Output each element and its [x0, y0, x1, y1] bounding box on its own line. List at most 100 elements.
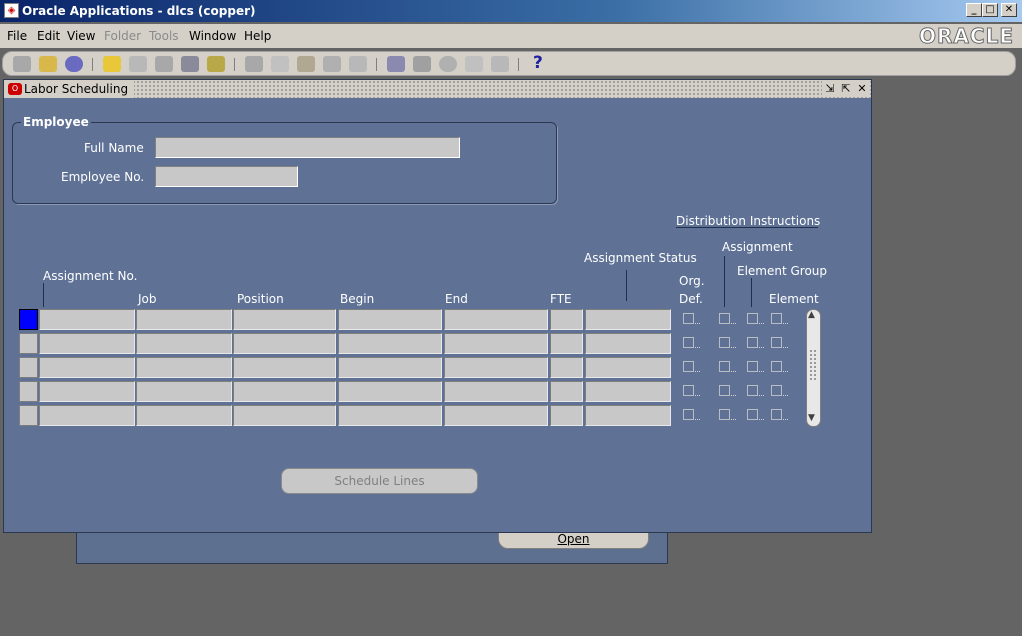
- element-checkbox[interactable]: [771, 385, 782, 396]
- close-window-button[interactable]: ✕: [1001, 3, 1017, 17]
- end-field[interactable]: [444, 357, 548, 378]
- menu-view[interactable]: View: [67, 29, 95, 43]
- position-field[interactable]: [233, 381, 336, 402]
- begin-field[interactable]: [338, 405, 442, 426]
- minimize-form-icon[interactable]: ⇲: [822, 81, 838, 96]
- fte-field[interactable]: [550, 333, 583, 354]
- record-selector[interactable]: [19, 405, 38, 426]
- new-record-icon[interactable]: [323, 56, 341, 72]
- cut-icon[interactable]: [245, 56, 263, 72]
- scroll-up-icon[interactable]: ▲: [808, 310, 815, 320]
- record-selector[interactable]: [19, 381, 38, 402]
- status-field[interactable]: [585, 381, 671, 402]
- menu-file[interactable]: File: [7, 29, 27, 43]
- record-selector[interactable]: [19, 357, 38, 378]
- assignment-no-field[interactable]: [39, 333, 135, 354]
- element-checkbox[interactable]: [771, 409, 782, 420]
- element-checkbox[interactable]: [771, 337, 782, 348]
- org-def-checkbox[interactable]: [683, 337, 694, 348]
- org-def-checkbox[interactable]: [683, 361, 694, 372]
- position-field[interactable]: [233, 405, 336, 426]
- maximize-form-icon[interactable]: ⇱: [838, 81, 854, 96]
- fte-field[interactable]: [550, 405, 583, 426]
- assignment-no-field[interactable]: [39, 309, 135, 330]
- fte-field[interactable]: [550, 309, 583, 330]
- paste-icon[interactable]: [297, 56, 315, 72]
- folder-tools-icon[interactable]: [491, 56, 509, 72]
- job-field[interactable]: [136, 309, 232, 330]
- end-field[interactable]: [444, 381, 548, 402]
- end-field[interactable]: [444, 333, 548, 354]
- job-field[interactable]: [136, 357, 232, 378]
- end-field[interactable]: [444, 309, 548, 330]
- assignment-checkbox[interactable]: [719, 409, 730, 420]
- copy-icon[interactable]: [271, 56, 289, 72]
- maximize-button[interactable]: □: [982, 3, 998, 17]
- employee-no-field[interactable]: [155, 166, 298, 187]
- attachments-icon[interactable]: [465, 56, 483, 72]
- assignment-no-field[interactable]: [39, 357, 135, 378]
- minimize-button[interactable]: _: [966, 3, 982, 17]
- assignment-no-field[interactable]: [39, 405, 135, 426]
- element-group-checkbox[interactable]: [747, 409, 758, 420]
- begin-field[interactable]: [338, 333, 442, 354]
- assignment-checkbox[interactable]: [719, 385, 730, 396]
- position-field[interactable]: [233, 357, 336, 378]
- fte-field[interactable]: [550, 357, 583, 378]
- assignment-checkbox[interactable]: [719, 337, 730, 348]
- new-icon[interactable]: [13, 56, 31, 72]
- element-group-checkbox[interactable]: [747, 313, 758, 324]
- record-selector[interactable]: [19, 333, 38, 354]
- status-field[interactable]: [585, 357, 671, 378]
- print-icon[interactable]: [181, 56, 199, 72]
- full-name-field[interactable]: [155, 137, 460, 158]
- navigator-icon[interactable]: [65, 56, 83, 72]
- org-def-checkbox[interactable]: [683, 313, 694, 324]
- menu-window[interactable]: Window: [189, 29, 236, 43]
- toolbar: ?: [2, 51, 1016, 76]
- record-selector-current[interactable]: [19, 309, 38, 330]
- element-group-checkbox[interactable]: [747, 385, 758, 396]
- status-field[interactable]: [585, 405, 671, 426]
- end-field[interactable]: [444, 405, 548, 426]
- help-icon[interactable]: ?: [533, 53, 543, 73]
- assignment-checkbox[interactable]: [719, 313, 730, 324]
- begin-field[interactable]: [338, 381, 442, 402]
- schedule-lines-button[interactable]: Schedule Lines: [281, 468, 478, 494]
- job-field[interactable]: [136, 333, 232, 354]
- status-field[interactable]: [585, 309, 671, 330]
- status-field[interactable]: [585, 333, 671, 354]
- position-field[interactable]: [233, 333, 336, 354]
- scroll-thumb[interactable]: [810, 350, 816, 380]
- assignment-no-field[interactable]: [39, 381, 135, 402]
- next-step-icon[interactable]: [129, 56, 147, 72]
- element-checkbox[interactable]: [771, 361, 782, 372]
- org-def-checkbox[interactable]: [683, 409, 694, 420]
- element-group-checkbox[interactable]: [747, 361, 758, 372]
- switch-responsibility-icon[interactable]: [155, 56, 173, 72]
- org-def-checkbox[interactable]: [683, 385, 694, 396]
- begin-field[interactable]: [338, 309, 442, 330]
- fte-field[interactable]: [550, 381, 583, 402]
- menu-help[interactable]: Help: [244, 29, 271, 43]
- begin-field[interactable]: [338, 357, 442, 378]
- zoom-icon[interactable]: [413, 56, 431, 72]
- vertical-scrollbar[interactable]: ▲ ▼: [806, 309, 821, 427]
- job-field[interactable]: [136, 405, 232, 426]
- translations-icon[interactable]: [439, 56, 457, 72]
- element-checkbox[interactable]: [771, 313, 782, 324]
- position-field[interactable]: [233, 309, 336, 330]
- scroll-down-icon[interactable]: ▼: [808, 413, 815, 423]
- menu-edit[interactable]: Edit: [37, 29, 60, 43]
- element-group-checkbox[interactable]: [747, 337, 758, 348]
- find-icon[interactable]: [39, 56, 57, 72]
- menu-tools[interactable]: Tools: [149, 29, 179, 43]
- assignment-checkbox[interactable]: [719, 361, 730, 372]
- menu-folder[interactable]: Folder: [104, 29, 141, 43]
- delete-record-icon[interactable]: [349, 56, 367, 72]
- edit-field-icon[interactable]: [387, 56, 405, 72]
- close-form-button[interactable]: ✕: [854, 81, 870, 96]
- close-form-icon[interactable]: [207, 56, 225, 72]
- save-icon[interactable]: [103, 56, 121, 72]
- job-field[interactable]: [136, 381, 232, 402]
